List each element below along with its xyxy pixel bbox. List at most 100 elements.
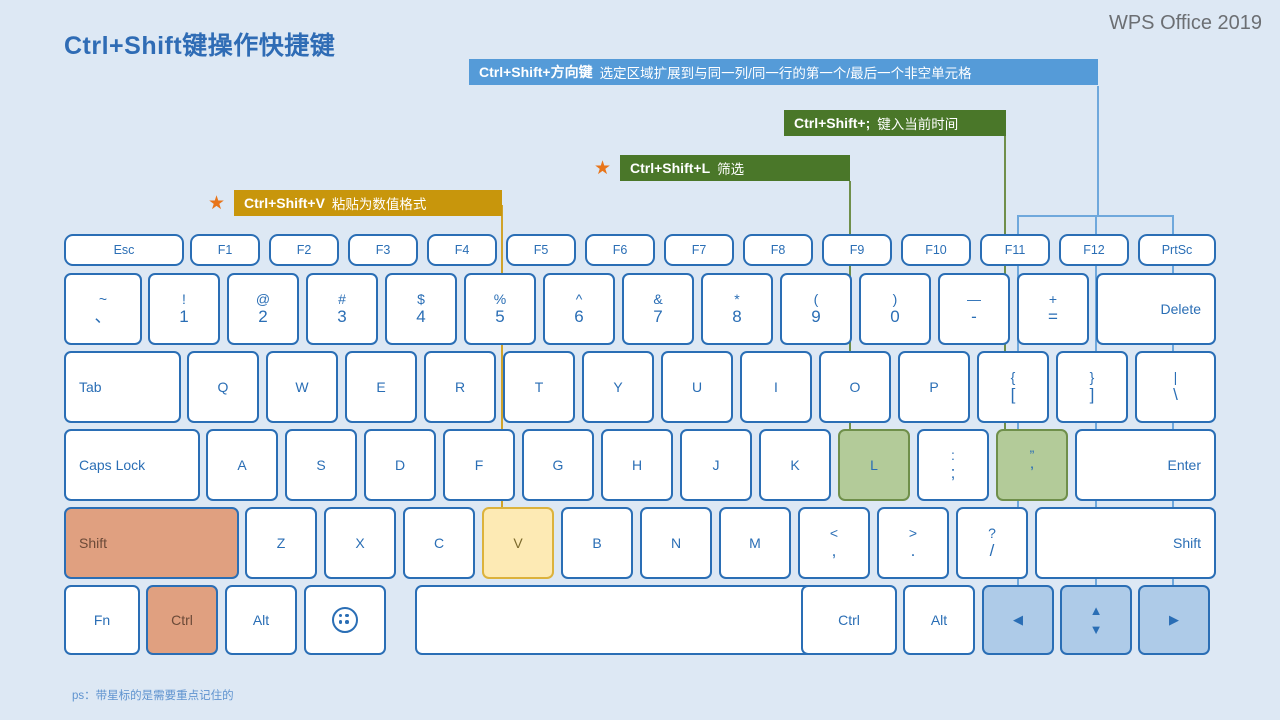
key-0[interactable]: ) 0 — [859, 273, 931, 345]
key-g[interactable]: G — [522, 429, 594, 501]
keyboard-row-home: Caps Lock A S D F G H J K L :; ”’ Enter — [64, 429, 1216, 501]
key-j[interactable]: J — [680, 429, 752, 501]
key-bracket-right[interactable]: }] — [1056, 351, 1128, 423]
key-f7[interactable]: F7 — [664, 234, 734, 266]
key-period[interactable]: >. — [877, 507, 949, 579]
key-semicolon[interactable]: :; — [917, 429, 989, 501]
key-f10[interactable]: F10 — [901, 234, 971, 266]
key-3[interactable]: #3 — [306, 273, 378, 345]
key-bracket-left[interactable]: {[ — [977, 351, 1049, 423]
key-x[interactable]: X — [324, 507, 396, 579]
key-shift-right[interactable]: Shift — [1035, 507, 1216, 579]
key-minus[interactable]: — - — [938, 273, 1010, 345]
key-r[interactable]: R — [424, 351, 496, 423]
key-w[interactable]: W — [266, 351, 338, 423]
key-6[interactable]: ^ 6 — [543, 273, 615, 345]
callout-paste-value[interactable]: Ctrl+Shift+V 粘贴为数值格式 — [234, 190, 502, 216]
key-delete[interactable]: Delete — [1096, 273, 1216, 345]
key-tilde[interactable]: ~、 — [64, 273, 142, 345]
key-f6[interactable]: F6 — [585, 234, 655, 266]
key-ctrl-right[interactable]: Ctrl — [801, 585, 897, 655]
callout-filter[interactable]: Ctrl+Shift+L 筛选 — [620, 155, 850, 181]
callout-arrow-keys[interactable]: Ctrl+Shift+方向键 选定区域扩展到与同一列/同一行的第一个/最后一个非… — [469, 59, 1098, 85]
keyboard-row-bottom: Fn Ctrl Alt Ctrl Alt ◀ ▲ ▼ ▶ — [64, 585, 1216, 655]
key-arrow-right[interactable]: ▶ — [1138, 585, 1210, 655]
keyboard-row-number: ~、 ! 1 @2 #3 $4 % 5 ^ 6 & 7 * 8 (9 ) 0 — - + = D… — [64, 273, 1216, 345]
key-s[interactable]: S — [285, 429, 357, 501]
key-1[interactable]: ! 1 — [148, 273, 220, 345]
key-f1[interactable]: F1 — [190, 234, 260, 266]
key-equals[interactable]: + = — [1017, 273, 1089, 345]
keyboard-row-tab: Tab Q W E R T Y U I O P {[ }] | \ — [64, 351, 1216, 423]
callout-desc: 键入当前时间 — [877, 117, 959, 132]
key-u[interactable]: U — [661, 351, 733, 423]
key-shift-left[interactable]: Shift — [64, 507, 239, 579]
key-i[interactable]: I — [740, 351, 812, 423]
key-slash[interactable]: ? / — [956, 507, 1028, 579]
key-f5[interactable]: F5 — [506, 234, 576, 266]
key-f[interactable]: F — [443, 429, 515, 501]
key-caps-lock[interactable]: Caps Lock — [64, 429, 200, 501]
key-tab[interactable]: Tab — [64, 351, 181, 423]
key-d[interactable]: D — [364, 429, 436, 501]
key-f9[interactable]: F9 — [822, 234, 892, 266]
keyboard-row-shift: Shift Z X C V B N M <, >. ? / Shift — [64, 507, 1216, 579]
windows-icon — [332, 607, 358, 633]
key-z[interactable]: Z — [245, 507, 317, 579]
key-f12[interactable]: F12 — [1059, 234, 1129, 266]
key-e[interactable]: E — [345, 351, 417, 423]
key-arrow-left[interactable]: ◀ — [982, 585, 1054, 655]
key-k[interactable]: K — [759, 429, 831, 501]
key-h[interactable]: H — [601, 429, 673, 501]
key-a[interactable]: A — [206, 429, 278, 501]
page-title: Ctrl+Shift键操作快捷键 — [64, 32, 336, 60]
key-7[interactable]: & 7 — [622, 273, 694, 345]
key-m[interactable]: M — [719, 507, 791, 579]
key-f8[interactable]: F8 — [743, 234, 813, 266]
key-prtsc[interactable]: PrtSc — [1138, 234, 1216, 266]
star-icon-filter: ★ — [594, 158, 612, 179]
callout-combo: Ctrl+Shift+方向键 — [479, 64, 593, 80]
key-p[interactable]: P — [898, 351, 970, 423]
key-4[interactable]: $4 — [385, 273, 457, 345]
key-v[interactable]: V — [482, 507, 554, 579]
key-space[interactable] — [415, 585, 813, 655]
callout-combo: Ctrl+Shift+L — [630, 160, 711, 176]
keyboard: Esc F1 F2 F3 F4 F5 F6 F7 F8 F9 F10 F11 F… — [64, 234, 1216, 664]
key-enter[interactable]: Enter — [1075, 429, 1216, 501]
key-backslash[interactable]: | \ — [1135, 351, 1216, 423]
brand-label: WPS Office 2019 — [1108, 12, 1262, 34]
key-l[interactable]: L — [838, 429, 910, 501]
key-o[interactable]: O — [819, 351, 891, 423]
key-alt-right[interactable]: Alt — [903, 585, 975, 655]
callout-desc: 选定区域扩展到与同一列/同一行的第一个/最后一个非空单元格 — [599, 66, 972, 81]
callout-combo: Ctrl+Shift+V — [244, 195, 325, 211]
key-alt-left[interactable]: Alt — [225, 585, 297, 655]
key-y[interactable]: Y — [582, 351, 654, 423]
callout-semicolon[interactable]: Ctrl+Shift+; 键入当前时间 — [784, 110, 1006, 136]
keyboard-row-function: Esc F1 F2 F3 F4 F5 F6 F7 F8 F9 F10 F11 F… — [64, 234, 1216, 266]
key-f11[interactable]: F11 — [980, 234, 1050, 266]
key-t[interactable]: T — [503, 351, 575, 423]
key-f3[interactable]: F3 — [348, 234, 418, 266]
key-2[interactable]: @2 — [227, 273, 299, 345]
key-fn[interactable]: Fn — [64, 585, 140, 655]
arrow-up-down-icon: ▲ ▼ — [1089, 602, 1103, 637]
connector-blue-vertical — [1097, 86, 1099, 216]
key-9[interactable]: (9 — [780, 273, 852, 345]
key-f4[interactable]: F4 — [427, 234, 497, 266]
key-windows[interactable] — [304, 585, 386, 655]
key-n[interactable]: N — [640, 507, 712, 579]
key-f2[interactable]: F2 — [269, 234, 339, 266]
key-esc[interactable]: Esc — [64, 234, 184, 266]
key-quote[interactable]: ”’ — [996, 429, 1068, 501]
key-ctrl-left[interactable]: Ctrl — [146, 585, 218, 655]
key-5[interactable]: % 5 — [464, 273, 536, 345]
key-q[interactable]: Q — [187, 351, 259, 423]
key-c[interactable]: C — [403, 507, 475, 579]
key-arrow-up-down[interactable]: ▲ ▼ — [1060, 585, 1132, 655]
key-8[interactable]: * 8 — [701, 273, 773, 345]
key-b[interactable]: B — [561, 507, 633, 579]
key-comma[interactable]: <, — [798, 507, 870, 579]
callout-combo: Ctrl+Shift+; — [794, 115, 871, 131]
